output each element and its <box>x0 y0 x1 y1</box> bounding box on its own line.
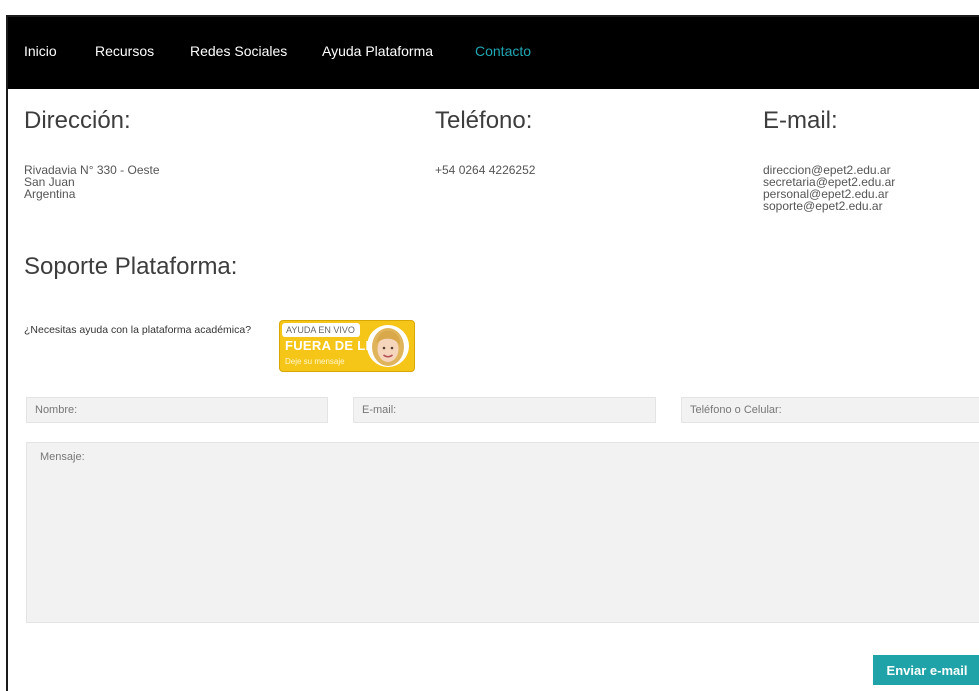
phone-input[interactable] <box>681 397 979 423</box>
address-heading: Dirección: <box>24 107 131 134</box>
nav-item-redes-sociales[interactable]: Redes Sociales <box>190 43 287 59</box>
phone-block: +54 0264 4226252 <box>435 164 535 176</box>
top-navbar: Inicio Recursos Redes Sociales Ayuda Pla… <box>8 17 979 89</box>
message-textarea[interactable] <box>26 442 979 623</box>
send-email-button[interactable]: Enviar e-mail <box>873 655 979 685</box>
name-input[interactable] <box>26 397 328 423</box>
nav-item-inicio[interactable]: Inicio <box>24 43 57 59</box>
nav-item-recursos[interactable]: Recursos <box>95 43 154 59</box>
nav-item-contacto[interactable]: Contacto <box>475 43 531 59</box>
address-line: Argentina <box>24 187 76 201</box>
badge-sub-label: Deje su mensaje <box>285 357 345 366</box>
email-input[interactable] <box>353 397 656 423</box>
email-heading: E-mail: <box>763 107 838 134</box>
email-block: direccion@epet2.edu.ar secretaria@epet2.… <box>763 164 895 212</box>
support-heading: Soporte Plataforma: <box>24 253 238 280</box>
page-frame: Inicio Recursos Redes Sociales Ayuda Pla… <box>6 15 979 691</box>
phone-heading: Teléfono: <box>435 107 533 134</box>
badge-top-label: AYUDA EN VIVO <box>282 323 360 337</box>
support-agent-avatar-icon <box>367 325 409 367</box>
phone-number: +54 0264 4226252 <box>435 163 536 177</box>
address-block: Rivadavia N° 330 - Oeste San Juan Argent… <box>24 164 160 200</box>
live-help-badge[interactable]: AYUDA EN VIVO FUERA DE LINEA Deje su men… <box>279 320 415 372</box>
nav-item-ayuda-plataforma[interactable]: Ayuda Plataforma <box>322 43 433 59</box>
email-address[interactable]: soporte@epet2.edu.ar <box>763 200 895 212</box>
support-help-text: ¿Necesitas ayuda con la plataforma acadé… <box>24 324 252 336</box>
